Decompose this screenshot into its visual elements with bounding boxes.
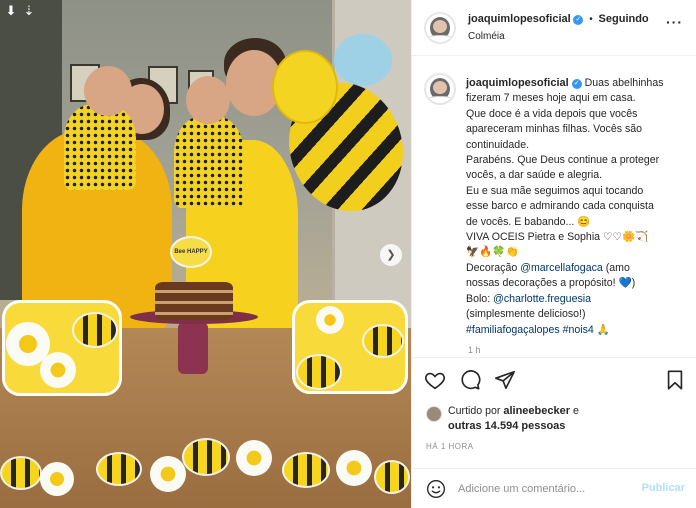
likes-text: Curtido por alineebecker e outras 14.594… [448, 404, 693, 434]
caption-line: continuidade. [466, 138, 530, 151]
caption-line: nossas decorações a propósito! 💙) [466, 277, 636, 290]
likes-count-link[interactable]: outras 14.594 pessoas [448, 420, 565, 432]
photo-cake [155, 282, 233, 320]
avatar-shirt [428, 35, 452, 42]
photo-baby-right [174, 116, 244, 208]
more-options-icon[interactable]: ··· [666, 14, 683, 30]
hashtag-emoji: 🙏 [596, 323, 610, 336]
photo-garland-bee [282, 452, 330, 488]
post-caption: joaquimlopesoficial ✓ Duas abelhinhas fi… [466, 76, 691, 338]
hashtag-link[interactable]: #nois4 [563, 324, 594, 336]
heart-icon[interactable] [424, 369, 446, 391]
photo-garland-bee [374, 460, 410, 494]
post-location[interactable]: Colméia [468, 31, 505, 42]
post-header: joaquimlopesoficial ✓ • Seguindo Colméia… [412, 0, 696, 56]
decoration-suffix: (amo [602, 261, 630, 274]
expand-arrows-icon: ⇣ [23, 3, 35, 18]
post-detail-panel: joaquimlopesoficial ✓ • Seguindo Colméia… [411, 0, 696, 508]
paper-plane-icon[interactable] [494, 369, 516, 391]
verified-badge-icon: ✓ [573, 15, 584, 25]
caption-line: VIVA OCEIS Pietra e Sophia ♡♡🌼🏹 [466, 231, 649, 244]
photo-baby-right-face [186, 76, 230, 124]
photo-garland-bee [96, 452, 142, 486]
avatar-face [433, 20, 447, 33]
likes-conjunction: e [570, 405, 579, 417]
caption-line: de vocês. E babando... 😊 [466, 215, 591, 228]
cake-label: Bolo: [466, 292, 494, 305]
photo-bee-balloon-wing [334, 34, 392, 86]
comment-input[interactable] [458, 479, 634, 499]
follow-status-button[interactable]: Seguindo [599, 13, 649, 25]
caption-line: Que doce é a vida depois que vocês [466, 107, 638, 120]
liker-username[interactable]: alineebecker [503, 405, 570, 417]
caption-text: Duas abelhinhas [584, 77, 664, 89]
caption-timestamp[interactable]: 1 h [468, 345, 481, 355]
avatar-face [433, 81, 447, 94]
caption-line: Parabéns. Que Deus continue a proteger [466, 154, 660, 167]
post-actions-bar [412, 357, 696, 403]
caption-line: fizeram 7 meses hoje aqui em casa. [466, 92, 636, 105]
post-age[interactable]: HÁ 1 HORA [426, 442, 474, 451]
photo-baby-left-face [84, 66, 132, 116]
caption-line: joaquimlopesoficial ✓ Duas abelhinhas [466, 76, 691, 91]
bookmark-icon[interactable] [664, 369, 686, 391]
photo-cake-topper-text: Bee HAPPY [174, 249, 208, 255]
author-username[interactable]: joaquimlopesoficial [468, 13, 571, 25]
multiple-photos-icon: ⬇ [5, 3, 17, 18]
smiley-icon[interactable] [426, 479, 446, 499]
comment-bar: Publicar [412, 468, 696, 508]
instagram-post-view: Bee HAPPY ⬇ ⇣ ❯ joaquimlopesoficial ✓ • … [0, 0, 696, 508]
photo-garland-daisy [236, 440, 272, 476]
caption-line: Decoração @marcellafogaca (amo [466, 261, 691, 276]
publish-button[interactable]: Publicar [642, 482, 685, 494]
photo-cake-topper: Bee HAPPY [170, 236, 212, 268]
photo-garland-bee [0, 456, 42, 490]
decoration-mention-link[interactable]: @marcellafogaca [520, 262, 603, 274]
likes-prefix: Curtido por [448, 405, 504, 417]
photo-garland-daisy [336, 450, 372, 486]
header-title-row: joaquimlopesoficial ✓ • Seguindo [468, 13, 649, 25]
photo-bee-garland [0, 434, 411, 508]
photo-bee-cutout [362, 324, 404, 358]
author-avatar[interactable] [424, 12, 456, 44]
cake-mention-link[interactable]: @charlotte.freguesia [493, 293, 591, 305]
post-photo[interactable]: Bee HAPPY ⬇ ⇣ ❯ [0, 0, 411, 508]
liker-avatar[interactable] [426, 406, 442, 422]
caption-line: 🦅🔥🍀👏 [466, 246, 519, 259]
comment-bubble-icon[interactable] [459, 369, 481, 391]
photo-daisy [40, 352, 76, 388]
caption-line: apareceram minhas filhas. Vocês são [466, 123, 643, 136]
photo-cake-stand-foot [178, 322, 208, 374]
caption-scroll-area[interactable]: joaquimlopesoficial ✓ Duas abelhinhas fi… [412, 57, 696, 369]
photo-bee-cutout [296, 354, 342, 390]
verified-badge-icon: ✓ [571, 79, 582, 89]
caption-line: #familiafogaçalopes #nois4 🙏 [466, 323, 691, 338]
photo-baby-left [64, 104, 136, 190]
header-separator-dot: • [589, 14, 593, 25]
likes-summary: Curtido por alineebecker e outras 14.594… [426, 404, 691, 436]
caption-line: Eu e sua mãe seguimos aqui tocando [466, 184, 644, 197]
caption-author-username[interactable]: joaquimlopesoficial [466, 77, 569, 89]
photo-garland-daisy [40, 462, 74, 496]
next-photo-button[interactable]: ❯ [380, 244, 402, 266]
chevron-right-icon: ❯ [386, 249, 396, 261]
caption-line: Bolo: @charlotte.freguesia [466, 292, 691, 307]
avatar-shirt [428, 96, 452, 103]
photo-bee-cutout [72, 312, 118, 348]
caption-author-avatar[interactable] [424, 73, 456, 105]
photo-daisy [316, 306, 344, 334]
caption-line: (simplesmente delicioso!) [466, 308, 586, 321]
caption-line: vocês, a dar saúde e alegria. [466, 169, 603, 182]
photo-garland-daisy [150, 456, 186, 492]
photo-bee-balloon-head [272, 50, 338, 124]
hashtag-link[interactable]: #familiafogaçalopes [466, 324, 560, 336]
caption-line: esse barco e admirando cada conquista [466, 200, 654, 213]
photo-garland-bee [182, 438, 230, 476]
decoration-label: Decoração [466, 261, 521, 274]
